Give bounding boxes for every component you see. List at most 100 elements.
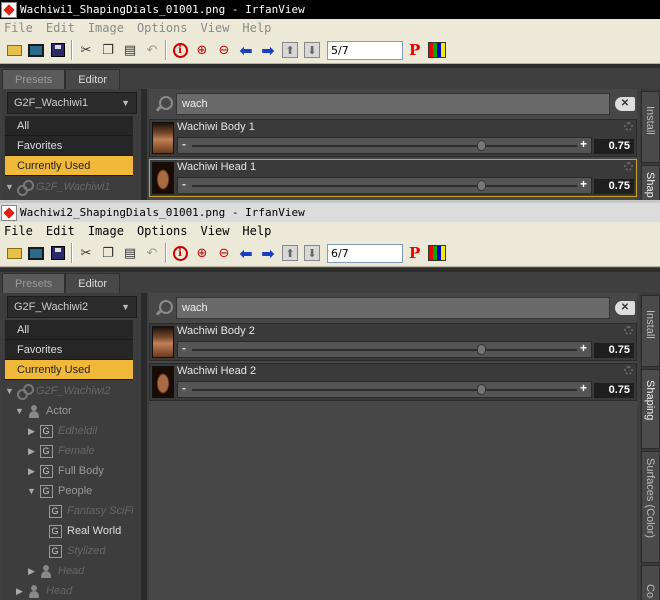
paste-button[interactable]: ▤ <box>119 242 141 264</box>
side-tab-surfaces[interactable]: Surfaces (Color) <box>641 451 660 563</box>
expand-arrow-icon[interactable]: ▶ <box>27 446 36 457</box>
zoom-in-button[interactable]: ⊕ <box>191 242 213 264</box>
info-button[interactable]: i <box>169 39 191 61</box>
plus-icon[interactable]: + <box>580 341 587 355</box>
menu-options[interactable]: Options <box>137 21 188 35</box>
tree-item-fantasy-scifi[interactable]: G Fantasy SciFi <box>5 501 137 521</box>
expand-arrow-icon[interactable]: ▼ <box>15 406 24 416</box>
expand-arrow-icon[interactable]: ▶ <box>27 466 36 477</box>
clear-search-button[interactable]: ✕ <box>615 301 635 315</box>
menu-edit[interactable]: Edit <box>46 21 75 35</box>
save-button[interactable] <box>47 39 69 61</box>
dial-slider[interactable]: - + <box>177 177 592 194</box>
zoom-out-button[interactable]: ⊖ <box>213 242 235 264</box>
gear-icon[interactable] <box>624 326 633 335</box>
first-button[interactable]: ⬆ <box>279 242 301 264</box>
zoom-out-button[interactable]: ⊖ <box>213 39 235 61</box>
filter-all[interactable]: All <box>5 116 133 136</box>
tree-item-root[interactable]: ▼ G2F_Wachiwi1 <box>5 177 137 197</box>
side-tab-shaping[interactable]: Shap <box>641 165 660 200</box>
menu-help[interactable]: Help <box>242 21 271 35</box>
save-button[interactable] <box>47 242 69 264</box>
open-button[interactable] <box>3 39 25 61</box>
minus-icon[interactable]: - <box>182 341 186 355</box>
search-input[interactable]: wach <box>176 297 610 319</box>
figure-dropdown[interactable]: G2F_Wachiwi2 ▼ <box>7 296 137 318</box>
plus-icon[interactable]: + <box>580 381 587 395</box>
palette-icon[interactable] <box>428 245 447 261</box>
filter-currently-used[interactable]: Currently Used <box>5 156 133 176</box>
side-tab-install[interactable]: Install <box>641 91 660 163</box>
copy-button[interactable]: ❐ <box>97 242 119 264</box>
minus-icon[interactable]: - <box>182 137 186 151</box>
expand-arrow-icon[interactable]: ▼ <box>5 182 14 192</box>
left-scrollbar[interactable] <box>141 89 147 200</box>
filter-currently-used[interactable]: Currently Used <box>5 360 133 380</box>
last-button[interactable]: ⬇ <box>301 39 323 61</box>
tree-item-root[interactable]: ▼ G2F_Wachiwi2 <box>5 381 137 401</box>
dial-value[interactable]: 0.75 <box>594 139 634 154</box>
dial-value[interactable]: 0.75 <box>594 383 634 398</box>
tree-item-head-2[interactable]: ▶ Head <box>5 581 137 600</box>
menu-edit[interactable]: Edit <box>46 224 75 238</box>
tree-item-female[interactable]: ▶ G Female <box>5 441 137 461</box>
tree-item-stylized[interactable]: G Stylized <box>5 541 137 561</box>
dial-value[interactable]: 0.75 <box>594 343 634 358</box>
previous-button[interactable]: ⬅ <box>235 39 257 61</box>
cut-button[interactable]: ✂ <box>75 242 97 264</box>
minus-icon[interactable]: - <box>182 381 186 395</box>
clear-search-button[interactable]: ✕ <box>615 97 635 111</box>
undo-button[interactable]: ↶ <box>141 242 163 264</box>
print-icon[interactable]: P <box>409 41 420 59</box>
menu-view[interactable]: View <box>201 224 230 238</box>
menu-help[interactable]: Help <box>242 224 271 238</box>
print-icon[interactable]: P <box>409 244 420 262</box>
side-tab-shaping[interactable]: Shaping <box>641 369 660 449</box>
cut-button[interactable]: ✂ <box>75 39 97 61</box>
slideshow-button[interactable] <box>25 39 47 61</box>
menu-image[interactable]: Image <box>88 21 124 35</box>
slider-knob[interactable] <box>476 344 486 355</box>
search-input[interactable]: wach <box>176 93 610 115</box>
open-button[interactable] <box>3 242 25 264</box>
dial-slider[interactable]: - + <box>177 381 592 398</box>
tab-presets[interactable]: Presets <box>2 273 66 293</box>
plus-icon[interactable]: + <box>580 137 587 151</box>
filter-all[interactable]: All <box>5 320 133 340</box>
expand-arrow-icon[interactable]: ▶ <box>15 586 24 597</box>
expand-arrow-icon[interactable]: ▼ <box>27 486 36 496</box>
previous-button[interactable]: ⬅ <box>235 242 257 264</box>
info-button[interactable]: i <box>169 242 191 264</box>
figure-dropdown[interactable]: G2F_Wachiwi1 ▼ <box>7 92 137 114</box>
copy-button[interactable]: ❐ <box>97 39 119 61</box>
last-button[interactable]: ⬇ <box>301 242 323 264</box>
expand-arrow-icon[interactable]: ▼ <box>5 386 14 396</box>
tree-item-full-body[interactable]: ▶ G Full Body <box>5 461 137 481</box>
gear-icon[interactable] <box>624 122 633 131</box>
expand-arrow-icon[interactable]: ▶ <box>27 566 36 577</box>
slideshow-button[interactable] <box>25 242 47 264</box>
palette-icon[interactable] <box>428 42 447 58</box>
slider-knob[interactable] <box>476 384 486 395</box>
menu-view[interactable]: View <box>201 21 230 35</box>
menu-file[interactable]: File <box>4 21 33 35</box>
tree-item-people[interactable]: ▼ G People <box>5 481 137 501</box>
gear-icon[interactable] <box>624 162 633 171</box>
next-button[interactable]: ➡ <box>257 39 279 61</box>
gear-icon[interactable] <box>624 366 633 375</box>
tree-item-head[interactable]: ▶ Head <box>5 561 137 581</box>
dial-value[interactable]: 0.75 <box>594 179 634 194</box>
zoom-in-button[interactable]: ⊕ <box>191 39 213 61</box>
left-scrollbar[interactable] <box>141 293 147 600</box>
tree-item-real-world[interactable]: G Real World <box>5 521 137 541</box>
tree-item-edheldil[interactable]: ▶ G Edheldil <box>5 421 137 441</box>
tab-editor[interactable]: Editor <box>65 273 121 293</box>
filter-favorites[interactable]: Favorites <box>5 136 133 156</box>
slider-knob[interactable] <box>476 180 486 191</box>
dial-slider[interactable]: - + <box>177 341 592 358</box>
paste-button[interactable]: ▤ <box>119 39 141 61</box>
next-button[interactable]: ➡ <box>257 242 279 264</box>
tab-presets[interactable]: Presets <box>2 69 66 89</box>
tab-editor[interactable]: Editor <box>65 69 121 89</box>
dial-slider[interactable]: - + <box>177 137 592 154</box>
